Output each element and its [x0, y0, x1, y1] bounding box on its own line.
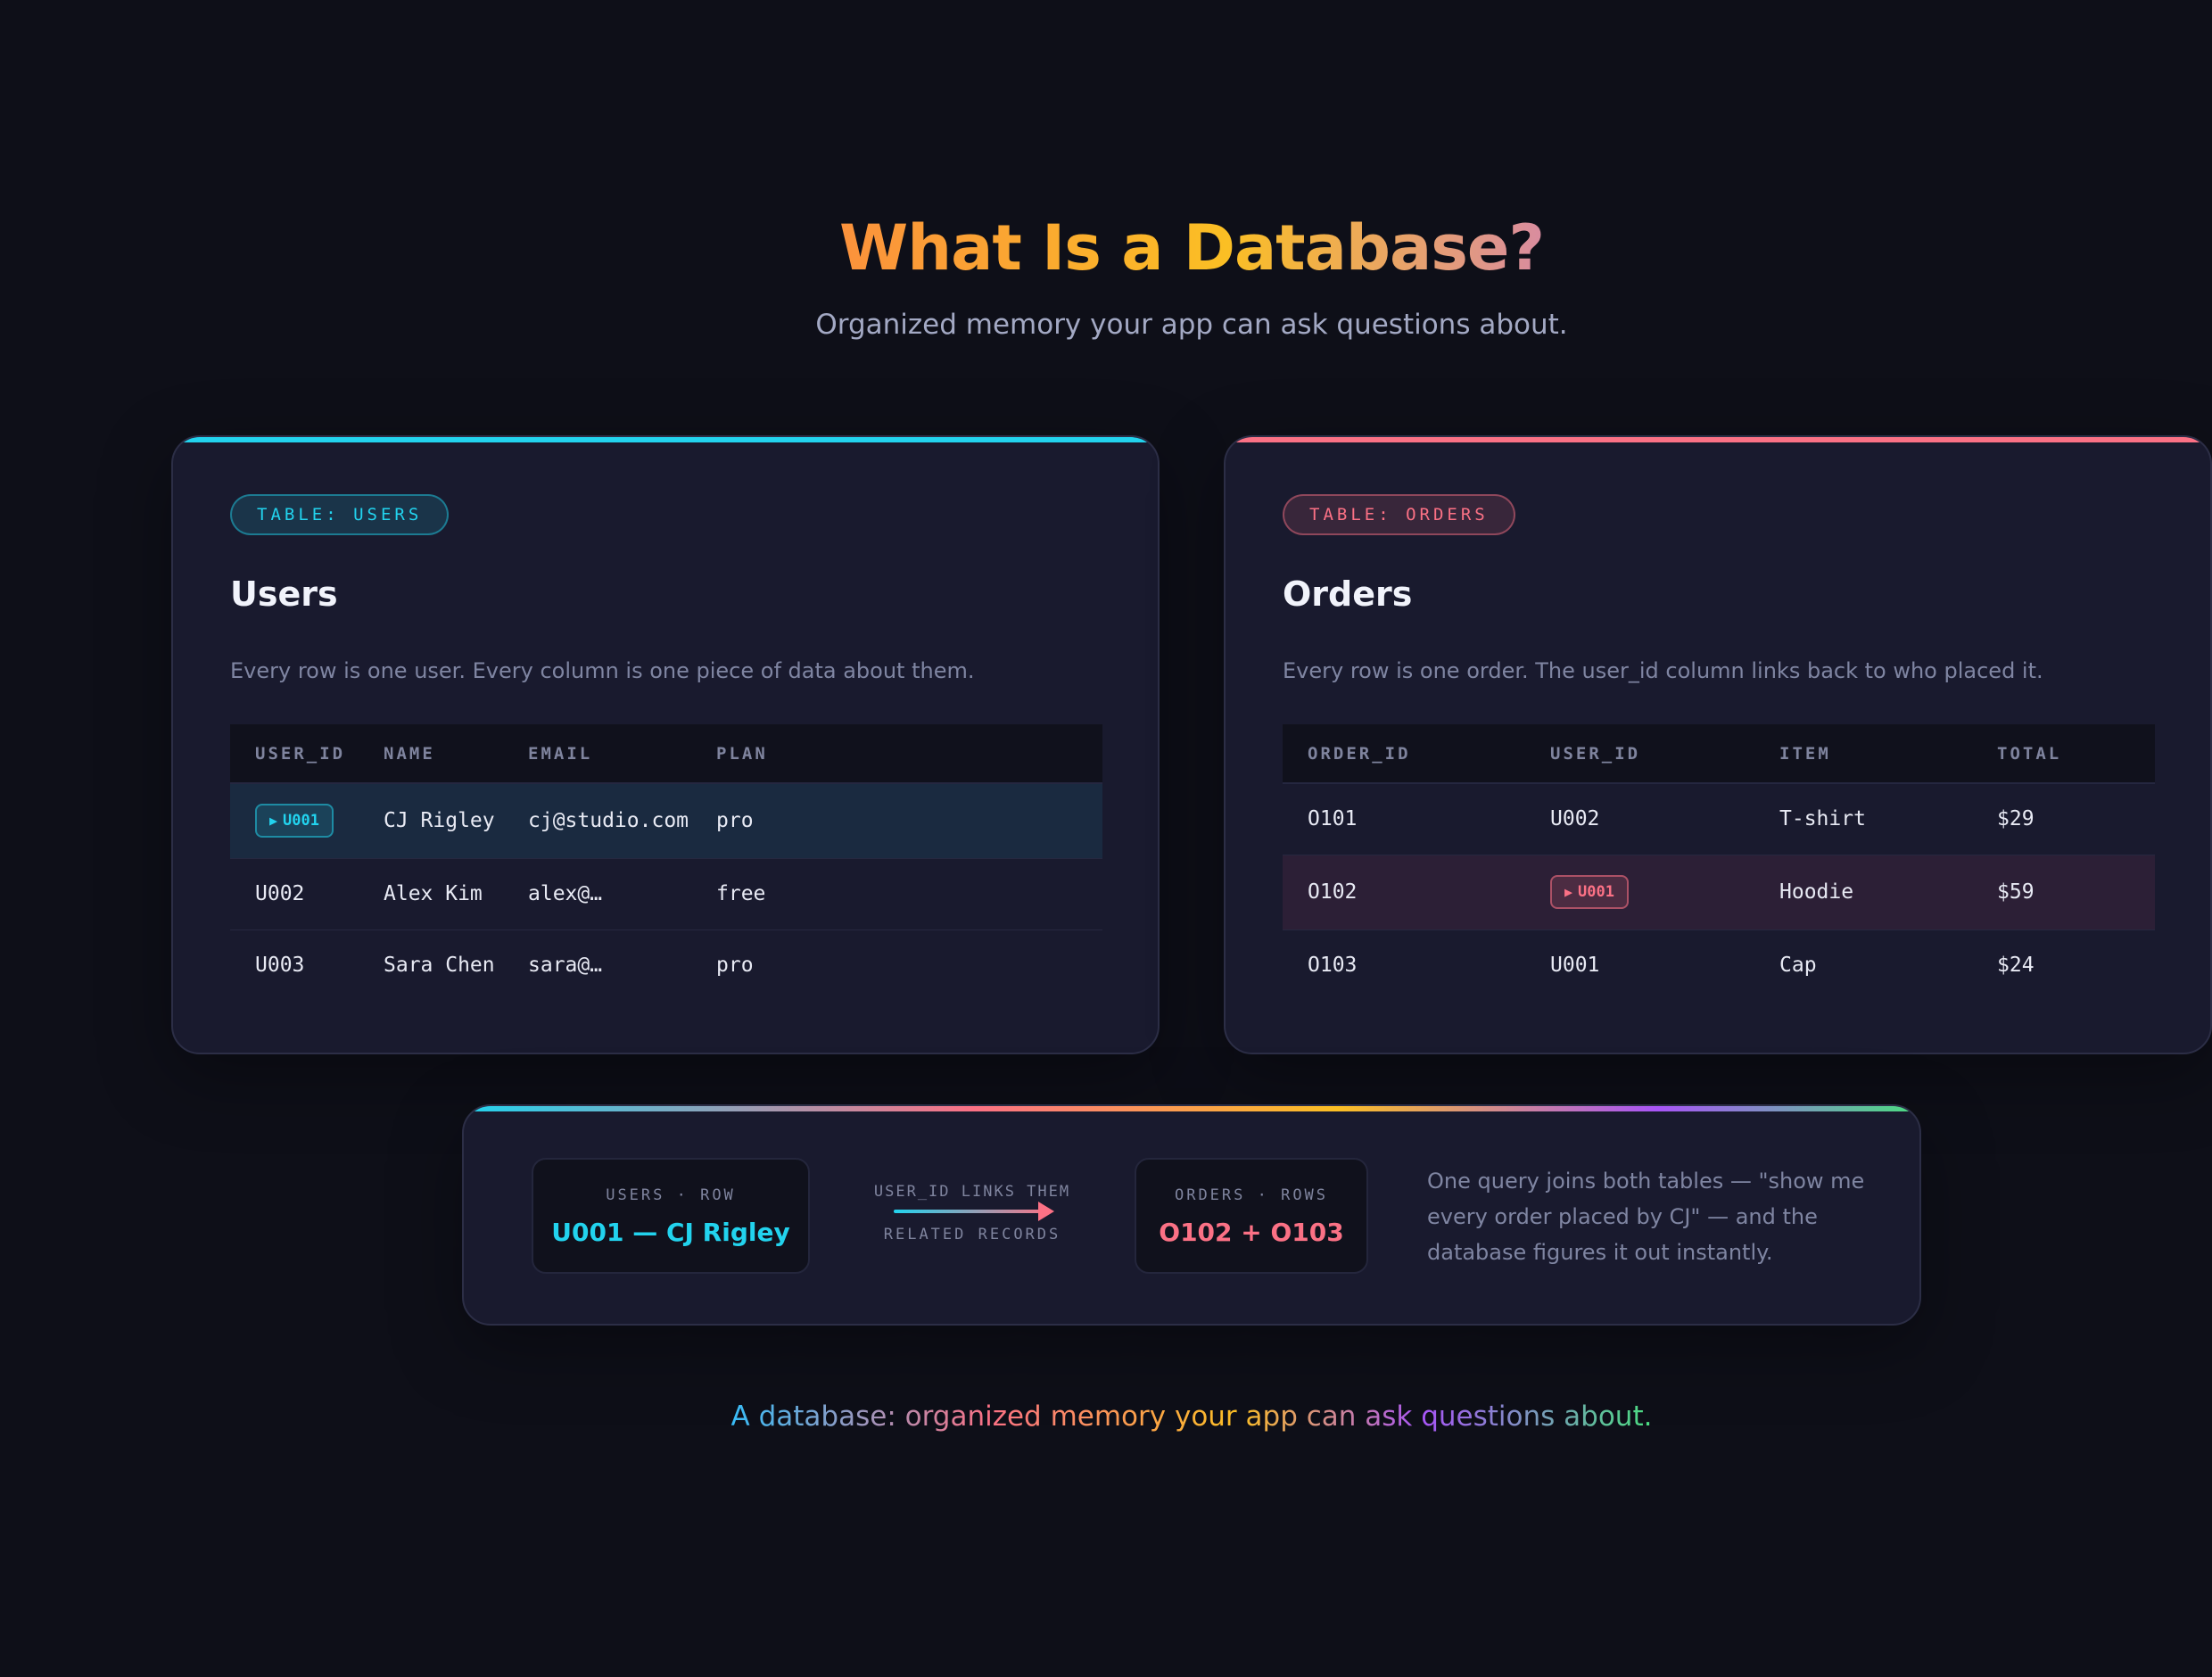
page-title: What Is a Database? [839, 211, 1545, 285]
orders-col-total: TOTAL [1972, 724, 2155, 784]
users-card-accent-bar [173, 437, 1158, 442]
join-link-caption: RELATED RECORDS [883, 1226, 1061, 1243]
join-link-label: USER_ID LINKS THEM [873, 1183, 1071, 1201]
users-row-label: USERS · ROW [606, 1186, 736, 1204]
table-cell: O102 [1283, 855, 1525, 930]
orders-table-card: TABLE: ORDERS Orders Every row is one or… [1224, 435, 2212, 1054]
orders-rows-box: ORDERS · ROWS O102 + O103 [1135, 1158, 1368, 1274]
table-cell: $24 [1997, 954, 2035, 978]
table-cell: $59 [1972, 855, 2155, 930]
orders-table-header-row: ORDER_ID USER_ID ITEM TOTAL [1283, 724, 2155, 784]
linked-id-pill: ▶ U001 [1550, 875, 1629, 909]
orders-rows-label: ORDERS · ROWS [1174, 1186, 1329, 1204]
footer-tagline: A database: organized memory your app ca… [0, 1397, 2212, 1436]
users-card-description: Every row is one user. Every column is o… [230, 658, 975, 683]
table-cell: pro [716, 954, 754, 978]
table-cell: Cap [1779, 954, 1817, 978]
page-subtitle: Organized memory your app can ask questi… [815, 309, 1568, 341]
table-cell: U002 [1525, 783, 1754, 855]
table-cell: alex@… [503, 858, 691, 930]
users-row-value: U001 — CJ Rigley [551, 1218, 790, 1247]
users-table: USER_ID NAME EMAIL PLAN ▶ U001 CJ Rigley … [230, 724, 1102, 1001]
table-cell: O101 [1283, 783, 1525, 855]
users-col-user-id: USER_ID [230, 724, 359, 784]
table-cell: Alex Kim [359, 858, 503, 930]
pill-label: U001 [1578, 883, 1614, 901]
table-cell: U001 [1550, 954, 1600, 978]
join-link: USER_ID LINKS THEM RELATED RECORDS [858, 1181, 1086, 1245]
table-row[interactable]: U002 Alex Kim alex@… free [230, 858, 1102, 930]
table-cell: $29 [1972, 783, 2155, 855]
users-table-card: TABLE: USERS Users Every row is one user… [171, 435, 1160, 1054]
table-row[interactable]: O101 U002 T-shirt $29 [1283, 783, 2155, 855]
table-cell: O103 [1308, 954, 1358, 978]
users-table-header-row: USER_ID NAME EMAIL PLAN [230, 724, 1102, 784]
arrow-right-icon [894, 1202, 1054, 1221]
join-summary-card: USERS · ROW U001 — CJ Rigley USER_ID LIN… [462, 1104, 1921, 1326]
orders-table: ORDER_ID USER_ID ITEM TOTAL O101 U002 T-… [1283, 724, 2155, 1001]
table-cell: ▶ U001 [230, 783, 359, 859]
users-row-box: USERS · ROW U001 — CJ Rigley [532, 1158, 810, 1274]
orders-col-item: ITEM [1754, 724, 1972, 784]
orders-table-badge: TABLE: ORDERS [1283, 494, 1515, 535]
table-cell: Hoodie [1754, 855, 1972, 930]
table-cell: ▶ U001 [1525, 855, 1754, 930]
orders-card-title: Orders [1283, 574, 1413, 614]
linked-id-pill: ▶ U001 [255, 804, 334, 838]
orders-col-user-id: USER_ID [1525, 724, 1754, 784]
table-cell: sara@… [528, 954, 603, 978]
pill-label: U001 [283, 812, 319, 830]
table-row[interactable]: ▶ U001 CJ Rigley cj@studio.com pro [230, 783, 1102, 859]
table-cell: U003 [255, 954, 305, 978]
users-col-name: NAME [359, 724, 503, 784]
play-triangle-icon: ▶ [269, 813, 278, 830]
table-cell: cj@studio.com [503, 783, 691, 859]
table-cell: U002 [230, 858, 359, 930]
orders-rows-value: O102 + O103 [1159, 1218, 1344, 1247]
orders-card-accent-bar [1226, 437, 2210, 442]
play-triangle-icon: ▶ [1564, 884, 1573, 900]
table-cell: T-shirt [1754, 783, 1972, 855]
users-table-badge: TABLE: USERS [230, 494, 450, 535]
join-card-accent-bar [464, 1106, 1919, 1111]
orders-card-description: Every row is one order. The user_id colu… [1283, 658, 2043, 683]
table-row[interactable]: O103 U001 Cap $24 [1283, 929, 2155, 1001]
users-col-plan: PLAN [691, 724, 1102, 784]
footer-tagline-text: A database: organized memory your app ca… [730, 1400, 1653, 1433]
orders-col-order-id: ORDER_ID [1283, 724, 1525, 784]
table-row[interactable]: O102 ▶ U001 Hoodie $59 [1283, 855, 2155, 930]
table-cell: CJ Rigley [359, 783, 503, 859]
users-card-title: Users [230, 574, 338, 614]
join-description: One query joins both tables — "show me e… [1427, 1169, 1865, 1265]
table-cell: pro [691, 783, 1102, 859]
users-col-email: EMAIL [503, 724, 691, 784]
table-cell: Sara Chen [384, 954, 495, 978]
table-cell: free [691, 858, 1102, 930]
table-row[interactable]: U003 Sara Chen sara@… pro [230, 929, 1102, 1001]
